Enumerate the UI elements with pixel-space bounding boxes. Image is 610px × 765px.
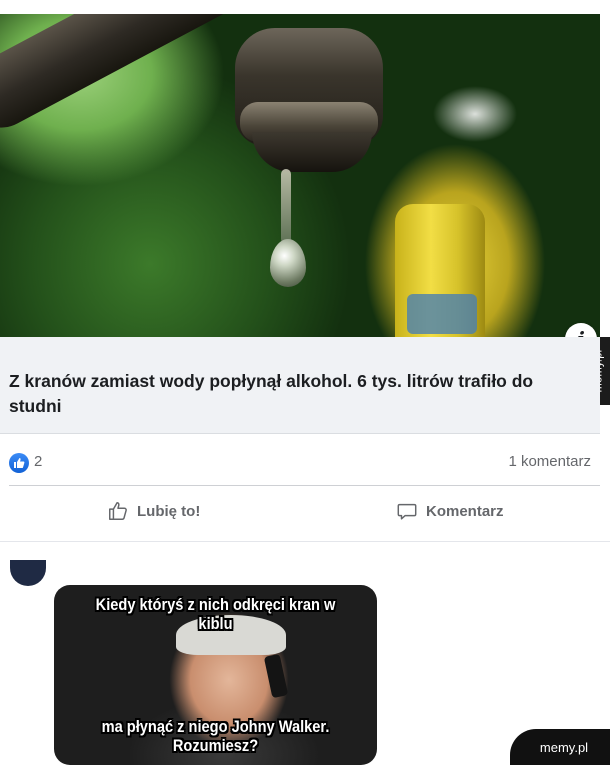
divider xyxy=(9,485,600,486)
like-button-label: Lubię to! xyxy=(137,502,201,520)
like-reaction-icon[interactable] xyxy=(9,453,29,473)
corner-watermark: memy.pl xyxy=(510,729,610,765)
like-button[interactable]: Lubię to! xyxy=(107,493,200,529)
meme-bottom-caption: ma płynąć z niego Johny Walker. Rozumies… xyxy=(101,717,330,755)
like-count[interactable]: 2 xyxy=(34,453,42,470)
section-divider xyxy=(0,541,610,542)
comment-button-label: Komentarz xyxy=(426,502,504,520)
meme-top-caption: Kiedy któryś z nich odkręci kran w kiblu xyxy=(95,595,336,633)
commenter-avatar[interactable] xyxy=(10,560,46,586)
meme-phone xyxy=(263,653,289,699)
comment-bubble-icon xyxy=(397,503,417,520)
faucet-nozzle xyxy=(252,132,372,172)
link-title[interactable]: Z kranów zamiast wody popłynął alkohol. … xyxy=(9,369,584,419)
comment-count[interactable]: 1 komentarz xyxy=(508,453,591,470)
thumbs-up-outline-icon xyxy=(109,502,127,520)
comment-button[interactable]: Komentarz xyxy=(396,493,504,529)
water-stream xyxy=(281,169,291,244)
link-preview[interactable]: Z kranów zamiast wody popłynął alkohol. … xyxy=(0,337,600,434)
comment-meme-image[interactable]: Kiedy któryś z nich odkręci kran w kiblu… xyxy=(54,585,377,765)
bottle-label xyxy=(407,294,477,334)
article-image[interactable] xyxy=(0,14,600,337)
thumbs-up-icon xyxy=(14,458,25,468)
water-drop xyxy=(270,239,306,287)
reactions-bar: 2 1 komentarz xyxy=(0,443,600,477)
